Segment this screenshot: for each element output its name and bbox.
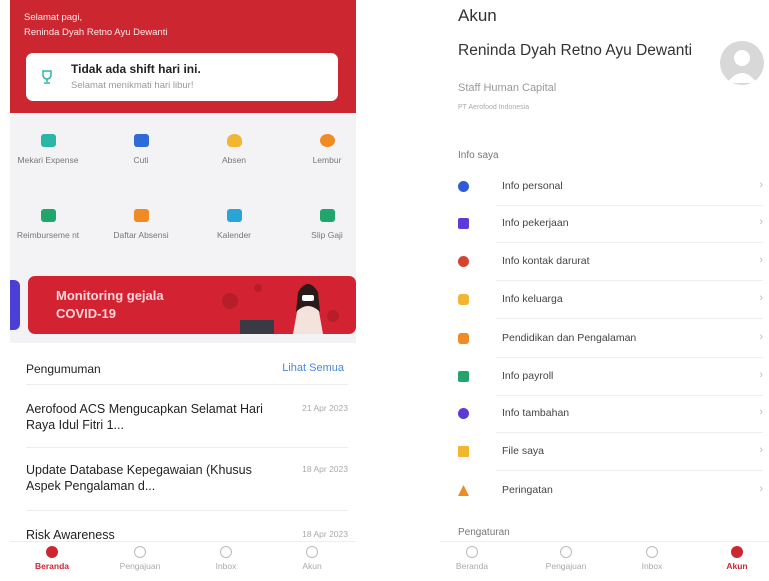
shift-title: Tidak ada shift hari ini. (71, 62, 201, 76)
divider (26, 384, 348, 385)
nav-beranda[interactable]: Beranda (22, 546, 82, 571)
info-keluarga-item[interactable]: Info keluarga › (458, 282, 763, 319)
request-icon (560, 546, 572, 558)
info-icon (458, 408, 469, 419)
bottom-nav: Beranda Pengajuan Inbox Akun (440, 541, 769, 581)
info-kontak-darurat-item[interactable]: Info kontak darurat › (458, 244, 763, 281)
menu-mekari-expense[interactable]: Mekari Expense (13, 134, 83, 166)
nav-akun[interactable]: Akun (282, 546, 342, 571)
user-icon (727, 50, 757, 83)
inbox-icon (220, 546, 232, 558)
briefcase-icon (458, 218, 469, 229)
calendar-icon (226, 209, 242, 222)
home-icon (466, 546, 478, 558)
menu-slip-gaji[interactable]: Slip Gaji (292, 209, 356, 241)
chevron-right-icon: › (759, 483, 763, 495)
list-icon (133, 209, 149, 222)
file-saya-item[interactable]: File saya › (458, 434, 763, 471)
education-icon (458, 333, 469, 344)
chevron-right-icon: › (759, 369, 763, 381)
trophy-icon (42, 70, 52, 84)
emergency-icon (458, 256, 469, 267)
expense-icon (40, 134, 56, 147)
announcement-item[interactable]: Aerofood ACS Mengucapkan Selamat Hari Ra… (26, 401, 348, 433)
profile-role: Staff Human Capital (458, 82, 557, 94)
info-tambahan-item[interactable]: Info tambahan › (458, 396, 763, 433)
chevron-right-icon: › (759, 331, 763, 343)
menu-daftar-absensi[interactable]: Daftar Absensi (106, 209, 176, 241)
covid-banner[interactable]: Monitoring gejala COVID-19 (28, 276, 356, 334)
chevron-right-icon: › (759, 444, 763, 456)
nav-akun[interactable]: Akun (707, 546, 767, 571)
announcements-title: Pengumuman (26, 362, 101, 376)
payroll-icon (458, 371, 469, 382)
banner-title: Monitoring gejala (56, 288, 164, 303)
account-icon (306, 546, 318, 558)
chevron-right-icon: › (759, 292, 763, 304)
info-personal-item[interactable]: Info personal › (458, 169, 763, 206)
bottom-nav: Beranda Pengajuan Inbox Akun (10, 541, 356, 581)
announcement-item[interactable]: Update Database Kepegawaian (Khusus Aspe… (26, 462, 348, 494)
user-name: Reninda Dyah Retno Ayu Dewanti (24, 27, 168, 38)
banner-subtitle: COVID-19 (56, 306, 116, 321)
chevron-right-icon: › (759, 216, 763, 228)
settings-section-label: Pengaturan (458, 527, 510, 538)
menu-reimbursement[interactable]: Reimburseme nt (13, 209, 83, 241)
chevron-right-icon: › (759, 254, 763, 266)
previous-banner[interactable] (10, 280, 20, 330)
person-icon (458, 181, 469, 192)
page-title: Akun (458, 6, 497, 25)
nav-pengajuan[interactable]: Pengajuan (536, 546, 596, 571)
nav-beranda[interactable]: Beranda (442, 546, 502, 571)
menu-lembur[interactable]: Lembur (292, 134, 356, 166)
doctor-illustration (222, 284, 339, 334)
pendidikan-item[interactable]: Pendidikan dan Pengalaman › (458, 321, 763, 358)
profile-company: PT Aerofood Indonesia (458, 104, 530, 111)
greeting-header: Selamat pagi, Reninda Dyah Retno Ayu Dew… (10, 0, 356, 113)
chevron-right-icon: › (759, 406, 763, 418)
clock-icon (319, 134, 335, 147)
family-icon (458, 294, 469, 305)
account-icon (731, 546, 743, 558)
warning-icon (458, 485, 469, 496)
menu-cuti[interactable]: Cuti (106, 134, 176, 166)
folder-icon (458, 446, 469, 457)
profile-name: Reninda Dyah Retno Ayu Dewanti (458, 42, 693, 59)
home-screen: Selamat pagi, Reninda Dyah Retno Ayu Dew… (10, 0, 356, 581)
shift-subtitle: Selamat menikmati hari libur! (71, 80, 194, 91)
account-screen: Akun Reninda Dyah Retno Ayu Dewanti Staf… (440, 0, 769, 581)
reimburse-icon (40, 209, 56, 222)
greeting-text: Selamat pagi, (24, 12, 83, 23)
payslip-icon (319, 209, 335, 222)
calendar-icon (133, 134, 149, 147)
shift-card[interactable]: Tidak ada shift hari ini. Selamat menikm… (26, 53, 338, 101)
nav-pengajuan[interactable]: Pengajuan (110, 546, 170, 571)
menu-kalender[interactable]: Kalender (199, 209, 269, 241)
menu-absen[interactable]: Absen (199, 134, 269, 166)
chevron-right-icon: › (759, 179, 763, 191)
nav-inbox[interactable]: Inbox (196, 546, 256, 571)
fingerprint-icon (226, 134, 242, 147)
request-icon (134, 546, 146, 558)
info-section-label: Info saya (458, 150, 499, 161)
divider (26, 510, 348, 511)
peringatan-item[interactable]: Peringatan › (458, 473, 763, 510)
info-pekerjaan-item[interactable]: Info pekerjaan › (458, 206, 763, 243)
inbox-icon (646, 546, 658, 558)
avatar[interactable] (720, 41, 764, 85)
divider (26, 447, 348, 448)
info-payroll-item[interactable]: Info payroll › (458, 359, 763, 396)
see-all-link[interactable]: Lihat Semua (282, 362, 344, 374)
home-icon (46, 546, 58, 558)
nav-inbox[interactable]: Inbox (622, 546, 682, 571)
